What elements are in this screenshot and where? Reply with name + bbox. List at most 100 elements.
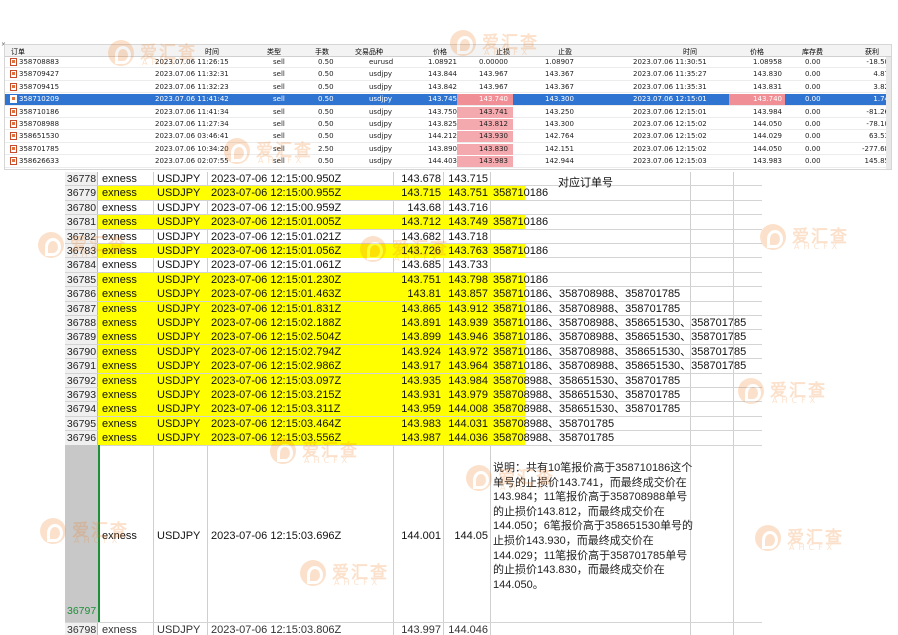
cell-broker: exness: [102, 360, 137, 373]
cell-close-time: 2023.07.06 11:35:31: [633, 82, 707, 91]
col-tp[interactable]: 止盈: [558, 47, 572, 57]
order-row[interactable]: 358710186 2023.07.06 11:41:34 sell 0.50 usdj…: [5, 106, 891, 118]
cell-swap: 0.00: [805, 107, 821, 116]
table-row[interactable]: 36790 exness USDJPY 2023-07-06 12:15:02.794…: [65, 344, 762, 360]
cell-profit: 3.82: [873, 82, 889, 91]
cell-symbol: usdjpy: [369, 107, 393, 116]
cell-bid: 143.917: [401, 360, 441, 373]
order-row[interactable]: 358651530 2023.07.06 03:46:41 sell 0.50 usdj…: [5, 131, 891, 143]
cell-sl: 143.741: [479, 107, 508, 116]
col-lots[interactable]: 手数: [315, 47, 329, 57]
cell-orders: 358708988、358701785: [493, 417, 615, 430]
cell-lots: 0.50: [318, 58, 334, 66]
cell-broker: exness: [102, 624, 137, 635]
table-row[interactable]: 36781 exness USDJPY 2023-07-06 12:15:01.005…: [65, 215, 762, 230]
cell-orders: 358708988、358701785: [493, 432, 615, 445]
row-number: 36787: [66, 302, 97, 315]
cell-time: 2023-07-06 12:15:01.463Z: [211, 288, 342, 301]
col-type[interactable]: 类型: [267, 47, 281, 57]
cell-ask: 143.979: [448, 389, 488, 401]
cell-type: sell: [273, 58, 285, 66]
table-row[interactable]: 36792 exness USDJPY 2023-07-06 12:15:03.097…: [65, 373, 762, 388]
cell-symbol: USDJPY: [157, 530, 201, 542]
cell-bid: 143.751: [401, 273, 441, 286]
cell-symbol: USDJPY: [157, 417, 201, 430]
cell-ticket: 358651530: [19, 132, 60, 141]
table-row[interactable]: 36791 exness USDJPY 2023-07-06 12:15:02.986…: [65, 359, 762, 374]
order-row[interactable]: 358708988 2023.07.06 11:27:34 sell 0.50 usdj…: [5, 119, 891, 131]
cell-profit: -81.26: [866, 107, 889, 116]
cell-lots: 0.50: [318, 120, 334, 128]
cell-symbol: USDJPY: [157, 374, 201, 387]
row-number: 36783: [66, 245, 97, 257]
cell-ask: 143.749: [448, 216, 488, 229]
table-row[interactable]: 36782 exness USDJPY 2023-07-06 12:15:01.021…: [65, 230, 762, 244]
table-row[interactable]: 36798 exness USDJPY 2023-07-06 12:15:03.…: [65, 624, 762, 635]
cell-tp: 142.764: [545, 132, 574, 141]
cell-time: 2023-07-06 12:15:02.504Z: [211, 331, 342, 344]
cell-time: 2023-07-06 12:15:02.188Z: [211, 317, 342, 329]
cell-swap: 0.00: [805, 70, 821, 79]
row-number: 36789: [66, 331, 97, 344]
col-ticket[interactable]: 订单: [11, 47, 25, 57]
col-profit[interactable]: 获利: [865, 47, 879, 57]
order-row[interactable]: 358710209 2023.07.06 11:41:42 sell 0.50 usdj…: [5, 94, 891, 106]
cell-bid: 143.726: [401, 245, 441, 257]
cell-symbol: USDJPY: [157, 201, 201, 214]
table-row[interactable]: 36797 exness USDJPY 2023-07-06 12:15:03.…: [65, 445, 762, 623]
order-row[interactable]: 358708883 2023.07.06 11:26:15 sell 0.50 euru…: [5, 57, 891, 69]
col-open-time[interactable]: 时间: [205, 47, 219, 57]
cell-orders: 358710186、358708988、358651530、358701785: [493, 331, 747, 344]
table-row[interactable]: 36788 exness USDJPY 2023-07-06 12:15:02.188…: [65, 316, 762, 331]
cell-time: 2023-07-06 12:15:01.831Z: [211, 302, 342, 315]
table-row[interactable]: 36779 exness USDJPY 2023-07-06 12:15:00.955…: [65, 186, 762, 201]
col-swap[interactable]: 库存费: [802, 47, 823, 57]
cell-sl: 143.967: [479, 70, 508, 79]
table-row[interactable]: 36796 exness USDJPY 2023-07-06 12:15:03.556…: [65, 431, 762, 446]
cell-bid: 143.81: [407, 288, 441, 301]
order-row[interactable]: 358709427 2023.07.06 11:32:31 sell 0.50 usdj…: [5, 69, 891, 81]
cell-ticket: 358626633: [19, 157, 60, 166]
cell-symbol: USDJPY: [157, 187, 201, 200]
table-row[interactable]: 36780 exness USDJPY 2023-07-06 12:15:00.959…: [65, 201, 762, 216]
table-row[interactable]: 36783 exness USDJPY 2023-07-06 12:15:01.056…: [65, 244, 762, 259]
cell-ask: 143.751: [448, 187, 488, 200]
cell-ask: 143.972: [448, 345, 488, 358]
cell-time: 2023-07-06 12:15:03.806Z: [211, 624, 342, 635]
table-row[interactable]: 36785 exness USDJPY 2023-07-06 12:15:01.230…: [65, 272, 762, 288]
order-row[interactable]: 358626633 2023.07.06 02:07:55 sell 0.50 usdj…: [5, 156, 891, 168]
cell-lots: 0.50: [318, 82, 334, 91]
row-number: 36793: [66, 389, 97, 401]
table-row[interactable]: 36794 exness USDJPY 2023-07-06 12:15:03.311…: [65, 402, 762, 417]
col-symbol[interactable]: 交易品种: [355, 47, 383, 57]
watermark-sub: AHCFX: [772, 396, 820, 405]
cell-open-price: 143.825: [428, 120, 457, 128]
cell-symbol: USDJPY: [157, 403, 201, 416]
cell-close-time: 2023.07.06 12:15:02: [633, 120, 707, 128]
cell-ticket: 358701785: [19, 144, 60, 153]
cell-ask: 143.716: [448, 201, 488, 214]
cell-symbol: usdjpy: [369, 82, 393, 91]
cell-profit: -18.50: [866, 58, 889, 66]
order-table-scrollbar[interactable]: [886, 57, 891, 169]
table-row[interactable]: 36789 exness USDJPY 2023-07-06 12:15:02.504…: [65, 330, 762, 345]
table-row[interactable]: 36787 exness USDJPY 2023-07-06 12:15:01.831…: [65, 301, 762, 316]
col-close-price[interactable]: 价格: [750, 47, 764, 57]
order-row[interactable]: 358709415 2023.07.06 11:32:23 sell 0.50 usdj…: [5, 82, 891, 94]
col-close-time[interactable]: 时间: [683, 47, 697, 57]
col-open-price[interactable]: 价格: [433, 47, 447, 57]
cell-open-price: 1.08921: [428, 58, 457, 66]
cell-lots: 0.50: [318, 70, 334, 79]
table-row[interactable]: 36786 exness USDJPY 2023-07-06 12:15:01.463…: [65, 287, 762, 302]
table-row[interactable]: 36795 exness USDJPY 2023-07-06 12:15:03.464…: [65, 416, 762, 432]
table-row[interactable]: 36784 exness USDJPY 2023-07-06 12:15:01.061…: [65, 258, 762, 273]
cell-bid: 143.931: [401, 389, 441, 401]
order-row[interactable]: 358701785 2023.07.06 10:34:20 sell 2.50 usdj…: [5, 143, 891, 156]
cell-close-price: 143.983: [753, 157, 782, 166]
table-row[interactable]: 36778 exness USDJPY 2023-07-06 12:15:00.950…: [65, 172, 762, 187]
cell-ticket: 358709427: [19, 70, 60, 79]
cell-swap: 0.00: [805, 144, 821, 153]
col-sl[interactable]: 止损: [496, 47, 510, 57]
table-row[interactable]: 36793 exness USDJPY 2023-07-06 12:15:03.215…: [65, 388, 762, 403]
cell-ask: 144.036: [448, 432, 488, 445]
